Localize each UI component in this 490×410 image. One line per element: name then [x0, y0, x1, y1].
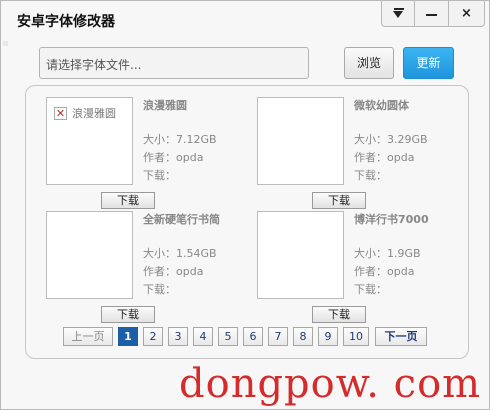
window-title: 安卓字体修改器 [17, 14, 115, 30]
font-thumbnail[interactable] [257, 211, 344, 299]
download-button[interactable]: 下载 [101, 306, 155, 323]
font-author: 作者：opda [143, 151, 204, 164]
page-button-8[interactable]: 8 [293, 327, 313, 346]
font-file-input[interactable]: 请选择字体文件... [39, 47, 309, 79]
update-button[interactable]: 更新 [403, 47, 454, 79]
menu-bar-icon [394, 8, 404, 10]
browse-button[interactable]: 浏览 [344, 47, 394, 79]
broken-image: ✕ 浪漫雅圆 [54, 105, 116, 121]
font-size: 大小：1.54GB [143, 247, 217, 260]
font-name: 全新硬笔行书简 [143, 213, 220, 226]
page-button-5[interactable]: 5 [218, 327, 238, 346]
font-size: 大小：3.29GB [354, 133, 428, 146]
close-button[interactable]: × [449, 1, 485, 27]
page-button-9[interactable]: 9 [318, 327, 338, 346]
page-button-2[interactable]: 2 [143, 327, 163, 346]
font-thumbnail[interactable] [46, 211, 133, 299]
page-button-1[interactable]: 1 [118, 327, 138, 346]
menu-button[interactable] [381, 1, 415, 27]
minimize-button[interactable] [415, 1, 449, 27]
download-button[interactable]: 下载 [101, 192, 155, 209]
font-download-count: 下载： [354, 283, 387, 296]
font-thumbnail[interactable]: ✕ 浪漫雅圆 [46, 97, 133, 185]
corner-decoration [3, 41, 8, 46]
download-button[interactable]: 下载 [312, 306, 366, 323]
font-size: 大小：1.9GB [354, 247, 421, 260]
next-page-button[interactable]: 下一页 [375, 327, 427, 346]
download-button[interactable]: 下载 [312, 192, 366, 209]
page-button-10[interactable]: 10 [343, 327, 369, 346]
page-button-3[interactable]: 3 [168, 327, 188, 346]
font-name: 微软幼圆体 [354, 99, 409, 112]
font-author: 作者：opda [354, 151, 415, 164]
font-name: 浪漫雅圆 [143, 99, 187, 112]
font-download-count: 下载： [143, 169, 176, 182]
font-author: 作者：opda [354, 265, 415, 278]
title-bar[interactable]: 安卓字体修改器 × [1, 1, 489, 37]
close-icon: × [461, 6, 472, 21]
font-author: 作者：opda [143, 265, 204, 278]
app-window: 安卓字体修改器 × 请选择字体文件... 浏览 更新 ✕ 浪漫雅圆 浪漫雅圆 大… [0, 0, 490, 410]
prev-page-button[interactable]: 上一页 [63, 327, 113, 346]
site-watermark: dongpow. com [179, 361, 482, 407]
page-button-6[interactable]: 6 [243, 327, 263, 346]
minimize-icon [426, 13, 437, 16]
dropdown-arrow-icon [393, 11, 403, 18]
broken-image-icon: ✕ [54, 106, 67, 120]
page-button-4[interactable]: 4 [193, 327, 213, 346]
font-download-count: 下载： [143, 283, 176, 296]
page-button-7[interactable]: 7 [268, 327, 288, 346]
font-name: 博洋行书7000 [354, 213, 429, 226]
font-download-count: 下载： [354, 169, 387, 182]
font-size: 大小：7.12GB [143, 133, 217, 146]
font-thumbnail[interactable] [257, 97, 344, 185]
thumbnail-alt-text: 浪漫雅圆 [72, 107, 116, 120]
